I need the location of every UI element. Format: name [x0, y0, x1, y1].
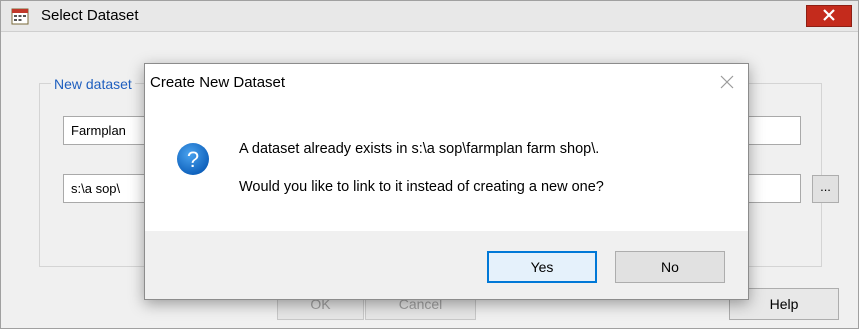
window-title: Select Dataset — [41, 7, 139, 24]
close-icon — [720, 75, 734, 92]
dialog-title: Create New Dataset — [150, 74, 286, 91]
no-button[interactable]: No — [615, 251, 725, 283]
window-close-button[interactable] — [806, 5, 852, 27]
dialog-message-line1: A dataset already exists in s:\a sop\far… — [239, 141, 600, 157]
window-titlebar: Select Dataset — [1, 1, 858, 32]
help-button-label: Help — [769, 296, 799, 312]
browse-button[interactable]: ... — [812, 175, 839, 203]
dataset-name-value: Farmplan — [71, 123, 126, 138]
new-dataset-legend: New dataset — [51, 76, 135, 92]
svg-text:?: ? — [187, 147, 199, 172]
yes-button-label: Yes — [530, 259, 554, 275]
dialog-close-button[interactable] — [716, 72, 738, 94]
no-button-label: No — [661, 259, 679, 275]
create-new-dataset-dialog: Create New Dataset ? A dataset already e… — [144, 63, 749, 300]
dialog-message-line2: Would you like to link to it instead of … — [239, 179, 604, 195]
dialog-button-bar: Yes No — [145, 231, 748, 299]
dataset-path-value: s:\a sop\ — [71, 181, 121, 196]
calendar-icon — [11, 7, 29, 25]
yes-button[interactable]: Yes — [487, 251, 597, 283]
close-icon — [823, 8, 835, 24]
question-icon: ? — [176, 142, 210, 176]
